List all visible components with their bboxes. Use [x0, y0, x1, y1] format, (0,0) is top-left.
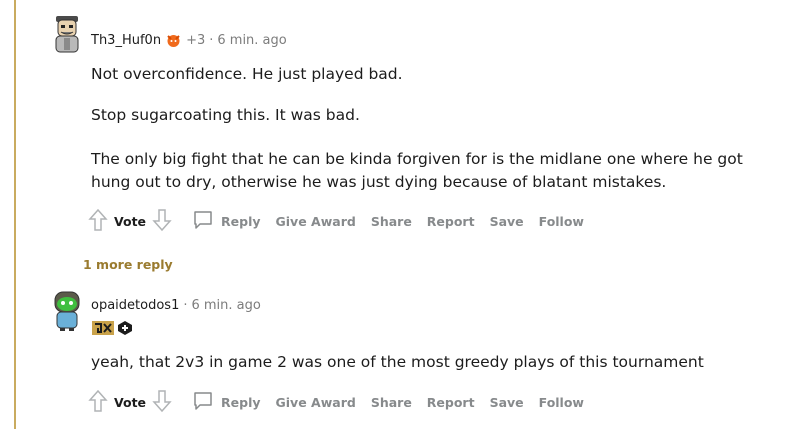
meta-separator: ·: [183, 298, 188, 313]
downvote-icon[interactable]: [152, 208, 172, 235]
team-badge-icon: [117, 320, 133, 340]
comment-actions: Vote Reply Give Award Share Report Save …: [88, 208, 599, 235]
comment-paragraph: yeah, that 2v3 in game 2 was one of the …: [91, 353, 704, 371]
upvote-icon[interactable]: [88, 389, 108, 416]
reply-button[interactable]: Reply: [221, 214, 260, 229]
reply-icon[interactable]: [192, 209, 214, 234]
avatar[interactable]: [50, 14, 84, 54]
vote-label: Vote: [114, 395, 147, 410]
report-button[interactable]: Report: [427, 395, 475, 410]
downvote-icon[interactable]: [152, 389, 172, 416]
team-logo-icon: [92, 320, 114, 340]
upvote-icon[interactable]: [88, 208, 108, 235]
comment-paragraph: Not overconfidence. He just played bad.: [91, 65, 403, 83]
comment-meta: opaidetodos1 · 6 min. ago: [91, 298, 261, 313]
follow-button[interactable]: Follow: [539, 214, 584, 229]
comment-meta: Th3_Huf0n +3 · 6 min. ago: [91, 32, 287, 49]
award-flair-icon: [165, 32, 182, 49]
follow-button[interactable]: Follow: [539, 395, 584, 410]
share-button[interactable]: Share: [371, 395, 412, 410]
meta-separator: ·: [209, 33, 214, 48]
reply-button[interactable]: Reply: [221, 395, 260, 410]
author-name[interactable]: opaidetodos1: [91, 298, 179, 313]
reply-icon[interactable]: [192, 390, 214, 415]
give-award-button[interactable]: Give Award: [276, 214, 356, 229]
author-name[interactable]: Th3_Huf0n: [91, 33, 161, 48]
timestamp[interactable]: 6 min. ago: [191, 298, 260, 313]
comment-actions: Vote Reply Give Award Share Report Save …: [88, 389, 599, 416]
vote-label: Vote: [114, 214, 147, 229]
give-award-button[interactable]: Give Award: [276, 395, 356, 410]
more-replies-link[interactable]: 1 more reply: [83, 257, 173, 272]
score: +3: [186, 33, 206, 48]
save-button[interactable]: Save: [490, 395, 524, 410]
comment-paragraph: Stop sugarcoating this. It was bad.: [91, 106, 360, 124]
avatar[interactable]: [50, 290, 84, 331]
comment-paragraph: The only big fight that he can be kinda …: [91, 150, 743, 168]
timestamp[interactable]: 6 min. ago: [217, 33, 286, 48]
save-button[interactable]: Save: [490, 214, 524, 229]
share-button[interactable]: Share: [371, 214, 412, 229]
thread-line[interactable]: [14, 0, 16, 429]
user-flair: [92, 320, 133, 340]
report-button[interactable]: Report: [427, 214, 475, 229]
comment-paragraph: hung out to dry, otherwise he was just d…: [91, 173, 667, 191]
